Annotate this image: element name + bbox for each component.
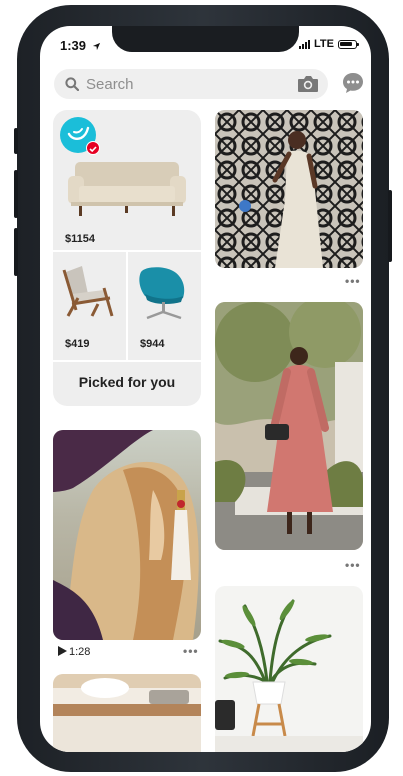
picked-for-you-label: Picked for you (78, 374, 176, 390)
shelf-pin-image[interactable] (53, 674, 201, 752)
pin-more-button[interactable]: ••• (345, 558, 361, 572)
divider (126, 252, 128, 360)
status-time: 1:39 (60, 38, 101, 53)
sofa-image[interactable] (65, 158, 189, 218)
divider (53, 360, 201, 362)
search-icon (65, 77, 79, 91)
search-bar[interactable]: Search (54, 69, 328, 99)
video-duration: 1:28 (69, 646, 91, 658)
pin-more-button[interactable]: ••• (183, 644, 199, 658)
verified-badge-icon (86, 141, 100, 155)
volume-up-button (14, 170, 18, 218)
gate-dress-pin-image[interactable] (215, 110, 363, 268)
mute-switch (14, 128, 18, 154)
battery-icon (338, 39, 359, 49)
swivel-chair-price: $944 (140, 338, 165, 350)
sofa-price: $1154 (65, 233, 95, 245)
power-button (388, 190, 392, 262)
volume-down-button (14, 228, 18, 276)
armchair-price: $419 (65, 338, 90, 350)
plant-pin-image[interactable] (215, 586, 363, 752)
location-arrow-icon (92, 42, 100, 51)
swivel-chair-image[interactable] (135, 264, 195, 322)
shopping-card[interactable]: $1154 $419 $944 Picked for you (53, 110, 201, 406)
notch (112, 26, 299, 52)
phone-screen: 1:39 LTE Search $1154 $419 $944 Picked f… (40, 26, 371, 752)
camera-icon[interactable] (297, 75, 319, 93)
earring-pin-image[interactable] (53, 430, 201, 640)
status-indicators: LTE (299, 38, 359, 50)
messages-icon[interactable] (342, 72, 364, 94)
signal-icon (299, 39, 311, 49)
play-icon (58, 646, 67, 656)
search-input[interactable]: Search (86, 76, 134, 93)
armchair-image[interactable] (58, 260, 120, 320)
pin-more-button[interactable]: ••• (345, 274, 361, 288)
network-type: LTE (314, 38, 334, 50)
pink-dress-pin-image[interactable] (215, 302, 363, 550)
